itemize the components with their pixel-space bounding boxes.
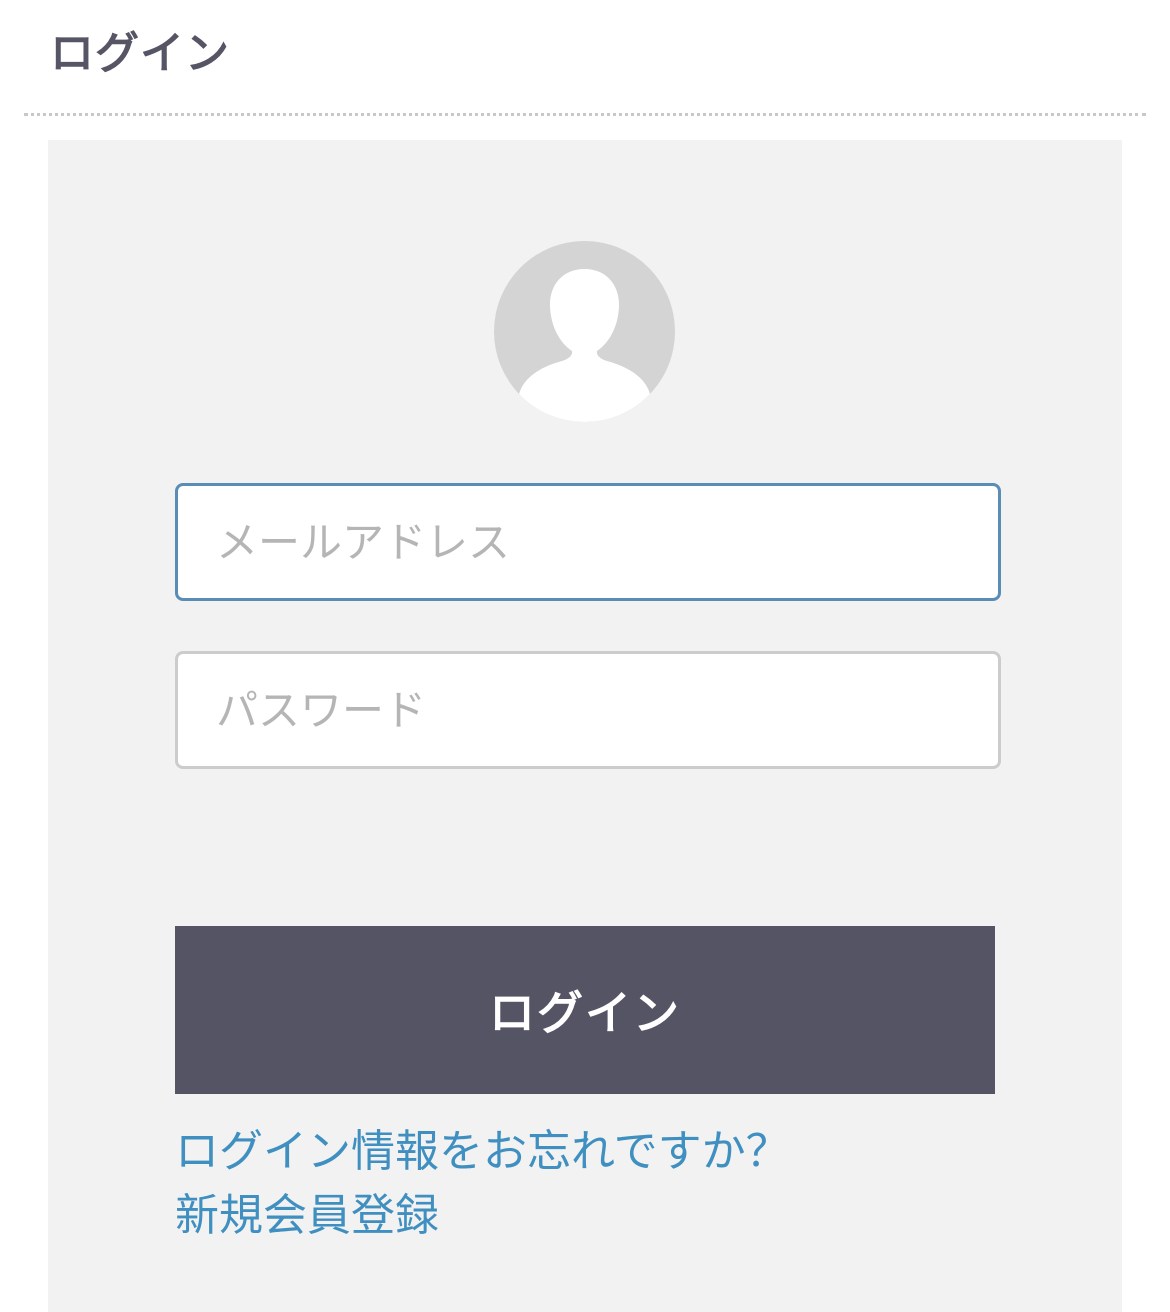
login-button[interactable]: ログイン xyxy=(175,926,995,1094)
user-silhouette-icon xyxy=(519,269,650,422)
email-field[interactable] xyxy=(175,483,1001,601)
avatar xyxy=(494,241,675,422)
title-divider xyxy=(24,113,1146,116)
login-button-label: ログイン xyxy=(489,986,681,1040)
login-panel: ログイン ログイン情報をお忘れですか？ 新規会員登録 xyxy=(48,140,1122,1312)
page-title: ログイン xyxy=(50,28,230,79)
login-page: ログイン ログイン ログイン情報をお忘れですか？ 新規会員登録 xyxy=(0,0,1170,1312)
password-field[interactable] xyxy=(175,651,1001,769)
register-link[interactable]: 新規会員登録 xyxy=(175,1186,439,1246)
forgot-login-link[interactable]: ログイン情報をお忘れですか？ xyxy=(175,1122,790,1182)
